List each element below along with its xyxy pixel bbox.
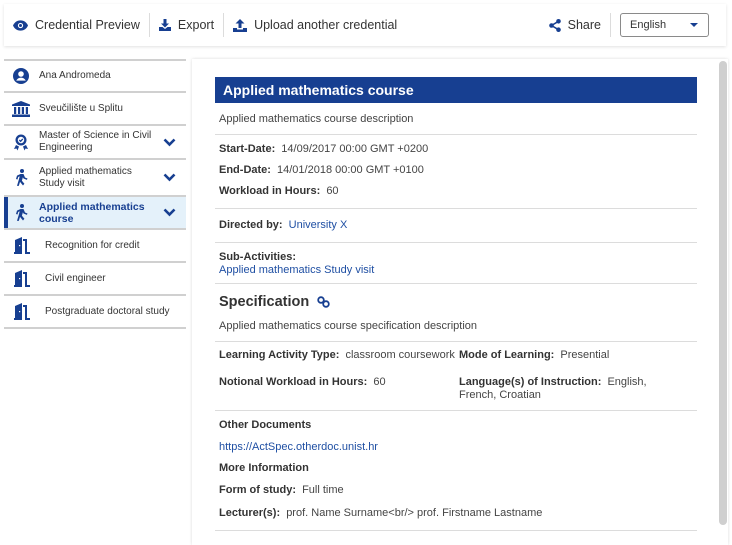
sub-activities-label: Sub-Activities:: [219, 251, 297, 263]
specification-description: Applied mathematics course specification…: [215, 314, 697, 342]
notional-workload-label: Notional Workload in Hours:: [219, 376, 368, 388]
languages-label: Language(s) of Instruction:: [459, 376, 602, 388]
share-label: Share: [567, 18, 601, 32]
workload-row: Workload in Hours: 60: [219, 181, 693, 202]
sidebar-item-holder[interactable]: Ana Andromeda: [4, 61, 186, 93]
link-icon[interactable]: [317, 296, 330, 308]
language-select[interactable]: English: [620, 13, 709, 37]
start-date-label: Start-Date:: [219, 143, 276, 155]
sidebar-item-study-visit[interactable]: Applied mathematics Study visit: [4, 160, 186, 197]
sidebar-item-qualification[interactable]: Master of Science in Civil Engineering: [4, 126, 186, 160]
sidebar-item-civil-engineer[interactable]: Civil engineer: [4, 263, 186, 296]
specification-title: Specification: [219, 294, 310, 310]
user-icon: [11, 68, 31, 84]
credential-preview-button[interactable]: Credential Preview: [4, 4, 149, 46]
lecturers-label: Lecturer(s):: [219, 507, 281, 519]
sidebar-item-label: Sveučilište u Splitu: [39, 102, 123, 114]
sidebar-item-label: Civil engineer: [45, 272, 106, 284]
credential-tree-sidebar: Ana Andromeda Sveučilište u Splitu Maste…: [4, 59, 186, 329]
sidebar-item-label: Recognition for credit: [45, 239, 140, 251]
top-toolbar: Credential Preview Export Upload another…: [4, 4, 726, 46]
directed-by-label: Directed by:: [219, 219, 283, 231]
mode-of-learning-row: Mode of Learning: Presential: [459, 347, 701, 364]
learning-activity-type-label: Learning Activity Type:: [219, 349, 340, 361]
sidebar-item-label: Applied mathematics Study visit: [39, 165, 132, 189]
download-icon: [158, 19, 171, 31]
directed-by-link[interactable]: University X: [289, 219, 348, 231]
sidebar-item-label: Ana Andromeda: [39, 70, 111, 81]
page-title: Applied mathematics course: [215, 77, 697, 103]
sidebar-item-postgraduate[interactable]: Postgraduate doctoral study: [4, 296, 186, 329]
upload-icon: [233, 18, 248, 32]
chevron-down-icon[interactable]: [160, 173, 178, 182]
mode-of-learning-value: Presential: [560, 349, 610, 361]
export-label: Export: [177, 18, 215, 32]
sub-activity-link[interactable]: Applied mathematics Study visit: [219, 264, 374, 276]
eye-icon: [13, 19, 28, 31]
upload-credential-button[interactable]: Upload another credential: [224, 4, 406, 46]
lecturers-value: prof. Name Surname<br/> prof. Firstname …: [286, 507, 543, 519]
door-icon: [13, 270, 33, 287]
walking-icon: [11, 169, 31, 186]
export-button[interactable]: Export: [150, 4, 223, 46]
sub-activities-row: Applied mathematics Study visit: [219, 264, 693, 277]
share-icon: [548, 18, 561, 32]
notional-workload-value: 60: [373, 376, 386, 388]
more-information-heading: More Information: [219, 462, 309, 474]
notional-workload-row: Notional Workload in Hours: 60: [219, 374, 459, 404]
dates-section: Start-Date: 14/09/2017 00:00 GMT +0200 E…: [215, 135, 697, 209]
directed-by-section: Directed by: University X: [215, 209, 697, 243]
end-date-value: 14/01/2018 00:00 GMT +0100: [277, 164, 424, 176]
sidebar-item-label: Postgraduate doctoral study: [45, 305, 170, 317]
sub-activities-label-row: Sub-Activities:: [219, 251, 693, 264]
start-date-row: Start-Date: 14/09/2017 00:00 GMT +0200: [219, 139, 693, 160]
other-documents-heading: Other Documents: [219, 419, 312, 431]
language-selected-value: English: [630, 19, 667, 31]
walking-icon: [11, 204, 31, 221]
other-documents-row: https://ActSpec.otherdoc.unist.hr: [219, 437, 693, 458]
mode-of-learning-label: Mode of Learning:: [459, 349, 555, 361]
award-icon: [11, 134, 31, 151]
upload-credential-label: Upload another credential: [254, 18, 398, 32]
detail-content: Applied mathematics course Applied mathe…: [215, 77, 697, 531]
end-date-row: End-Date: 14/01/2018 00:00 GMT +0100: [219, 160, 693, 181]
specification-details: Learning Activity Type: classroom course…: [215, 342, 697, 411]
chevron-down-icon: [690, 23, 698, 27]
form-of-study-value: Full time: [302, 484, 344, 496]
chevron-down-icon[interactable]: [160, 208, 178, 217]
door-icon: [13, 237, 33, 254]
sub-activities-section: Sub-Activities: Applied mathematics Stud…: [215, 243, 697, 284]
learning-activity-type-value: classroom coursework: [345, 349, 455, 361]
sidebar-item-label: Master of Science in Civil Engineering: [39, 130, 152, 153]
workload-label: Workload in Hours:: [219, 185, 321, 197]
specification-heading: Specification: [215, 284, 697, 314]
learning-activity-type-row: Learning Activity Type: classroom course…: [219, 347, 459, 364]
other-document-link[interactable]: https://ActSpec.otherdoc.unist.hr: [219, 441, 378, 453]
start-date-value: 14/09/2017 00:00 GMT +0200: [281, 143, 429, 155]
form-of-study-label: Form of study:: [219, 484, 296, 496]
sidebar-item-course-active[interactable]: Applied mathematics course: [4, 197, 186, 230]
languages-row: Language(s) of Instruction: English, Fre…: [459, 374, 679, 404]
vertical-scrollbar[interactable]: [719, 61, 727, 525]
end-date-label: End-Date:: [219, 164, 271, 176]
credential-preview-label: Credential Preview: [35, 18, 140, 32]
other-info-section: Other Documents https://ActSpec.otherdoc…: [215, 411, 697, 531]
activity-description: Applied mathematics course description: [215, 103, 697, 135]
sidebar-item-label: Applied mathematics course: [39, 200, 145, 225]
door-icon: [13, 303, 33, 320]
share-button[interactable]: Share: [540, 4, 610, 46]
institution-icon: [11, 100, 31, 117]
form-of-study-row: Form of study: Full time: [219, 480, 693, 501]
chevron-down-icon[interactable]: [160, 138, 178, 147]
directed-by-row: Directed by: University X: [219, 215, 693, 236]
sidebar-item-institution[interactable]: Sveučilište u Splitu: [4, 93, 186, 126]
sidebar-item-recognition[interactable]: Recognition for credit: [4, 230, 186, 263]
toolbar-divider: [610, 13, 611, 37]
lecturers-row: Lecturer(s): prof. Name Surname<br/> pro…: [219, 501, 693, 526]
detail-panel: Applied mathematics course Applied mathe…: [192, 59, 728, 545]
workload-value: 60: [326, 185, 339, 197]
